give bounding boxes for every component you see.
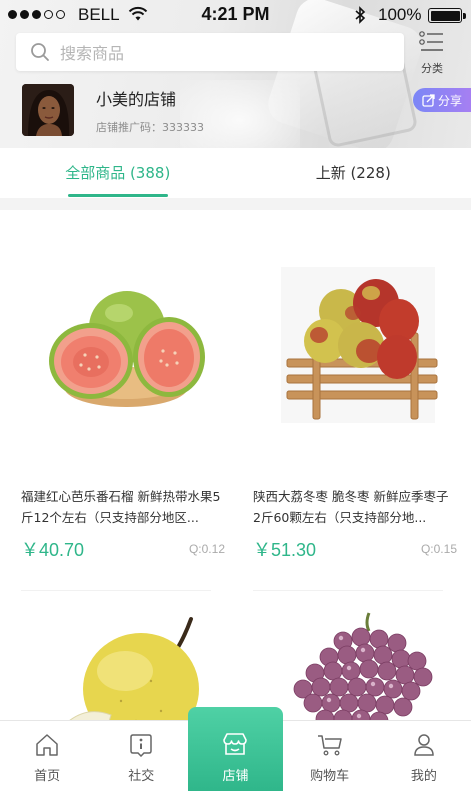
pear-image xyxy=(21,605,231,720)
search-placeholder: 搜索商品 xyxy=(60,44,125,63)
cart-icon xyxy=(317,735,342,756)
nav-home[interactable]: 首页 xyxy=(0,721,94,791)
product-price: ￥51.30 xyxy=(253,540,317,560)
product-title: 福建红心芭乐番石榴 新鲜热带水果5斤12个左右（只支持部分地区... xyxy=(21,489,221,525)
nav-label: 店铺 xyxy=(222,769,249,784)
tab-label: 上新 (228) xyxy=(315,164,391,182)
battery-percentage: 100% xyxy=(378,5,422,24)
tab-all-products[interactable]: 全部商品 (388) xyxy=(0,148,236,198)
divider xyxy=(253,590,443,591)
product-price: ￥40.70 xyxy=(21,540,85,560)
shop-promo-code: 店铺推广码：333333 xyxy=(96,120,204,134)
user-icon xyxy=(414,734,434,756)
avatar-photo xyxy=(22,84,74,136)
nav-label: 我的 xyxy=(410,769,437,784)
nav-social[interactable]: 社交 xyxy=(94,721,188,791)
home-icon xyxy=(36,734,58,756)
divider xyxy=(21,590,211,591)
store-icon xyxy=(223,733,248,755)
divider xyxy=(0,198,471,210)
winter-jujube-image xyxy=(253,250,463,440)
shop-name: 小美的店铺 xyxy=(96,89,177,109)
product-tabs: 全部商品 (388) 上新 (228) xyxy=(0,148,471,198)
nav-profile[interactable]: 我的 xyxy=(377,721,471,791)
nav-label: 购物车 xyxy=(310,769,350,784)
share-icon xyxy=(422,93,435,107)
category-label: 分类 xyxy=(421,62,443,75)
status-bar: BELL 4:21 PM 100% xyxy=(0,0,471,30)
avatar[interactable] xyxy=(22,84,74,136)
product-q-value: Q:0.15 xyxy=(420,542,457,556)
battery-icon xyxy=(428,8,462,23)
info-icon xyxy=(130,734,153,758)
product-q-value: Q:0.12 xyxy=(188,542,225,556)
tab-label: 全部商品 (388) xyxy=(65,164,171,182)
share-button[interactable]: 分享 xyxy=(413,88,471,112)
product-grid: 福建红心芭乐番石榴 新鲜热带水果5斤12个左右（只支持部分地区... ￥40.7… xyxy=(0,210,471,720)
search-input[interactable]: 搜索商品 xyxy=(16,33,404,71)
list-icon xyxy=(419,31,443,51)
bluetooth-icon xyxy=(355,6,366,24)
bottom-navigation: 首页 社交 店铺 购物车 我的 xyxy=(0,707,471,791)
nav-label: 社交 xyxy=(128,769,155,784)
share-label: 分享 xyxy=(437,93,462,108)
battery-cap xyxy=(463,13,466,19)
product-title: 陕西大荔冬枣 脆冬枣 新鲜应季枣子2斤60颗左右（只支持部分地... xyxy=(253,489,449,525)
search-icon xyxy=(31,43,49,61)
nav-label: 首页 xyxy=(34,769,61,784)
category-button[interactable]: 分类 xyxy=(415,30,449,75)
guava-image xyxy=(21,250,231,440)
grapes-image xyxy=(253,605,463,720)
shop-header-banner: BELL 4:21 PM 100% 搜索商品 分类 小美的店铺 店铺推广码：33… xyxy=(0,0,471,148)
tab-new-arrivals[interactable]: 上新 (228) xyxy=(236,148,471,198)
nav-cart[interactable]: 购物车 xyxy=(283,721,377,791)
shop-info: 小美的店铺 店铺推广码：333333 xyxy=(22,84,204,136)
nav-store[interactable]: 店铺 xyxy=(188,707,283,791)
